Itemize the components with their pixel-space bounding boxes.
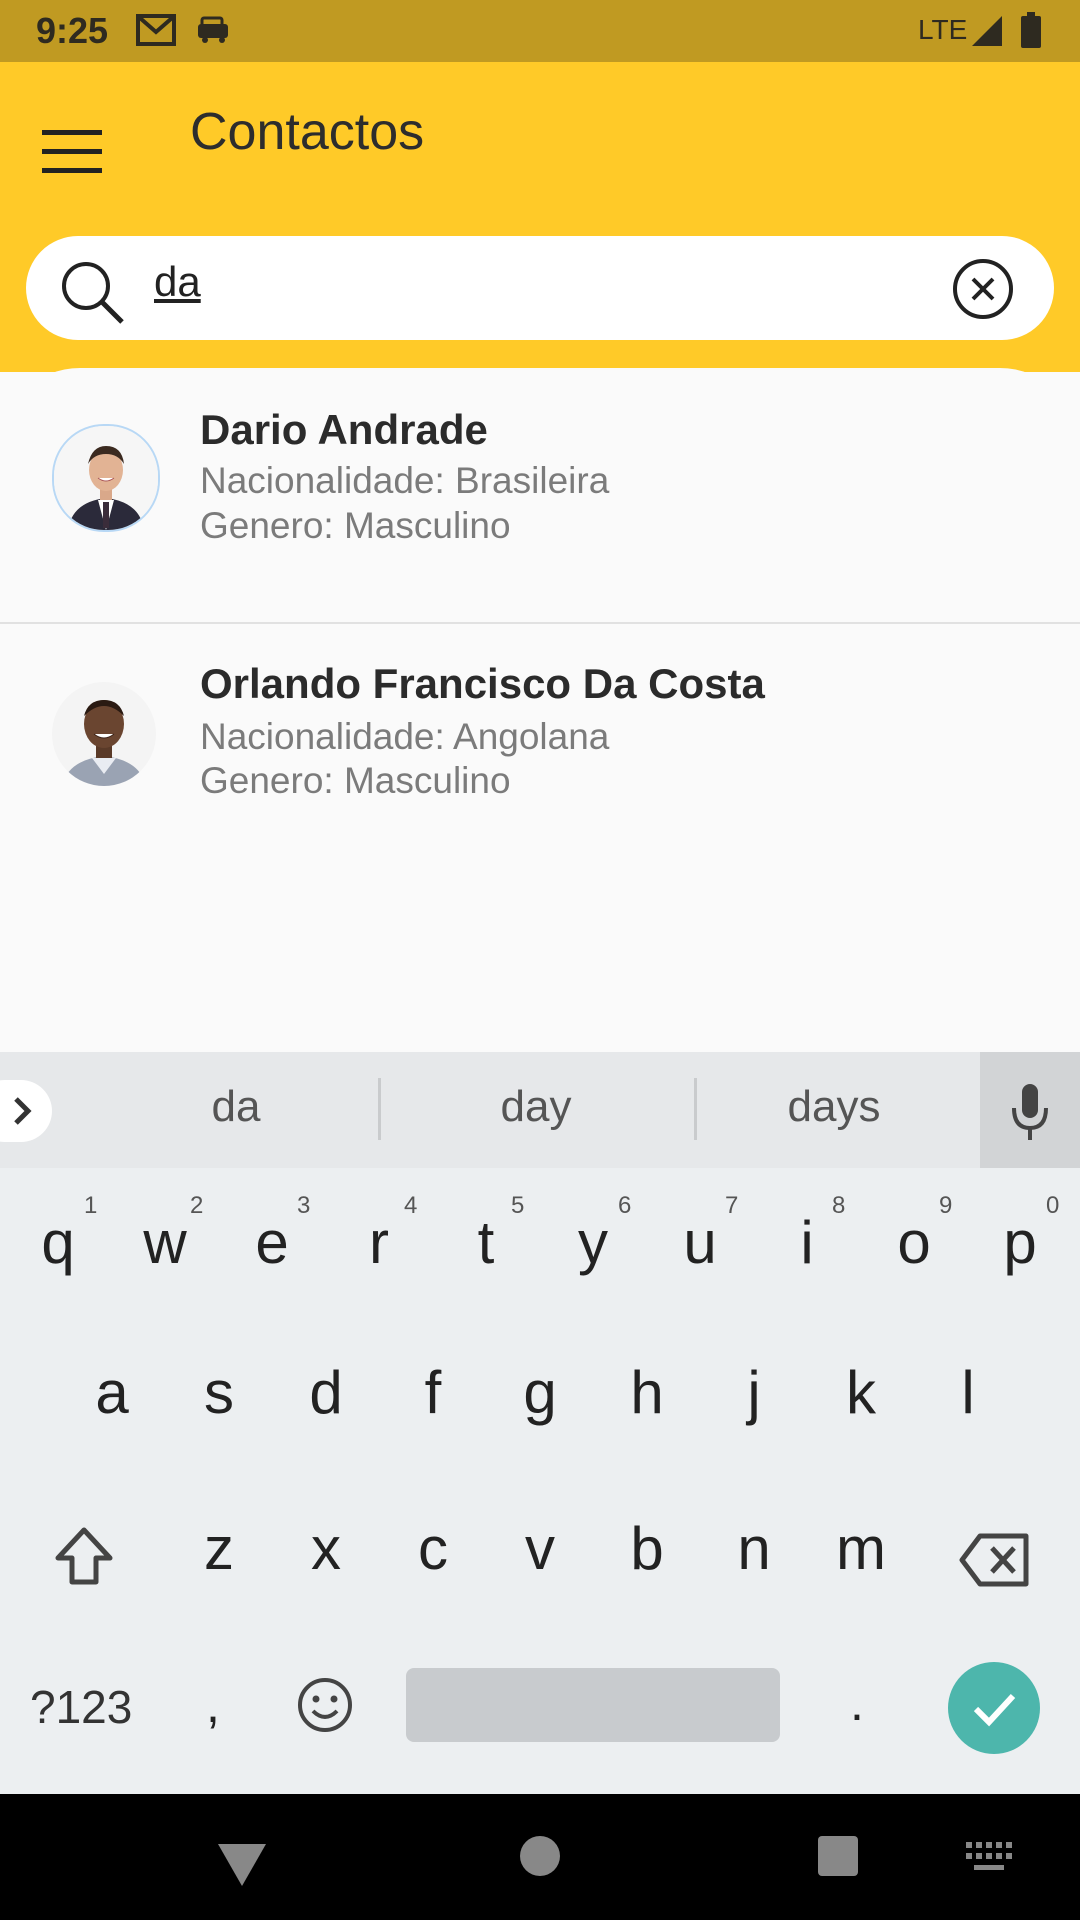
app-bar: Contactos da xyxy=(0,62,1080,372)
symbols-key[interactable]: ?123 xyxy=(30,1680,132,1734)
divider xyxy=(694,1078,697,1140)
key-m[interactable]: m xyxy=(813,1514,909,1583)
key-l[interactable]: l xyxy=(920,1358,1016,1427)
driving-icon xyxy=(196,14,232,51)
gmail-icon xyxy=(136,14,176,51)
clear-search-button[interactable] xyxy=(952,258,1014,320)
suggestion-2[interactable]: day xyxy=(436,1082,636,1132)
contact-row[interactable]: Dario Andrade Nacionalidade: Brasileira … xyxy=(0,368,1080,624)
emoji-icon xyxy=(298,1678,352,1732)
key-hint-8: 8 xyxy=(832,1192,846,1219)
battery-icon xyxy=(1020,12,1042,53)
key-z[interactable]: z xyxy=(171,1514,267,1583)
signal-icon xyxy=(970,14,1004,53)
search-icon xyxy=(58,258,126,331)
close-icon xyxy=(953,259,1013,319)
network-type: LTE xyxy=(918,14,968,45)
backspace-icon xyxy=(959,1533,1029,1587)
divider xyxy=(378,1078,381,1140)
microphone-icon xyxy=(1012,1084,1048,1140)
contact-nationality: Nacionalidade: Angolana xyxy=(200,716,610,757)
key-hint-3: 3 xyxy=(297,1192,311,1219)
key-s[interactable]: s xyxy=(171,1358,267,1427)
key-hint-9: 9 xyxy=(939,1192,953,1219)
navigation-bar xyxy=(0,1794,1080,1920)
page-title: Contactos xyxy=(190,103,425,161)
key-f[interactable]: f xyxy=(385,1358,481,1427)
contact-row[interactable]: Orlando Francisco Da Costa Nacionalidade… xyxy=(0,624,1080,880)
backspace-key[interactable] xyxy=(958,1532,1030,1593)
period-key[interactable]: . xyxy=(850,1674,864,1732)
avatar xyxy=(52,682,156,786)
shift-key[interactable] xyxy=(52,1524,116,1593)
back-triangle-icon xyxy=(218,1844,266,1886)
home-button[interactable] xyxy=(520,1836,560,1876)
key-j[interactable]: j xyxy=(706,1358,802,1427)
avatar xyxy=(52,424,160,532)
comma-key[interactable]: , xyxy=(206,1676,220,1734)
check-icon xyxy=(973,1693,1016,1727)
shift-icon xyxy=(55,1527,113,1585)
back-button[interactable] xyxy=(212,1838,272,1895)
key-hint-0: 0 xyxy=(1046,1192,1060,1219)
key-g[interactable]: g xyxy=(492,1358,588,1427)
key-b[interactable]: b xyxy=(599,1514,695,1583)
suggestion-3[interactable]: days xyxy=(734,1082,934,1132)
contact-gender: Genero: Masculino xyxy=(200,760,511,801)
contact-gender: Genero: Masculino xyxy=(200,505,511,546)
key-h[interactable]: h xyxy=(599,1358,695,1427)
contact-name: Dario Andrade xyxy=(200,406,488,453)
suggestion-strip: da day days xyxy=(0,1052,1080,1168)
contact-list: Dario Andrade Nacionalidade: Brasileira … xyxy=(0,368,1080,1068)
key-hint-7: 7 xyxy=(725,1192,739,1219)
key-hint-6: 6 xyxy=(618,1192,632,1219)
key-x[interactable]: x xyxy=(278,1514,374,1583)
key-hint-2: 2 xyxy=(190,1192,204,1219)
key-hint-1: 1 xyxy=(84,1192,98,1219)
key-hint-4: 4 xyxy=(404,1192,418,1219)
expand-toolbar-button[interactable] xyxy=(0,1080,52,1142)
key-hint-5: 5 xyxy=(511,1192,525,1219)
key-n[interactable]: n xyxy=(706,1514,802,1583)
hamburger-icon xyxy=(42,130,102,173)
key-d[interactable]: d xyxy=(278,1358,374,1427)
key-k[interactable]: k xyxy=(813,1358,909,1427)
menu-button[interactable] xyxy=(38,116,110,188)
chevron-right-icon xyxy=(14,1097,32,1125)
enter-key[interactable] xyxy=(948,1662,1040,1754)
space-key[interactable] xyxy=(406,1668,780,1742)
keyboard: q w e r t y u i o p 1 2 3 4 5 6 7 8 9 0 … xyxy=(0,1168,1080,1794)
emoji-key[interactable] xyxy=(296,1676,354,1739)
key-v[interactable]: v xyxy=(492,1514,588,1583)
status-time: 9:25 xyxy=(36,10,109,51)
recents-button[interactable] xyxy=(818,1836,858,1876)
contact-nationality: Nacionalidade: Brasileira xyxy=(200,460,610,501)
suggestion-1[interactable]: da xyxy=(136,1082,336,1132)
voice-input-button[interactable] xyxy=(980,1052,1080,1168)
keyboard-icon xyxy=(966,1842,1012,1870)
key-c[interactable]: c xyxy=(385,1514,481,1583)
search-bar[interactable]: da xyxy=(26,236,1054,340)
keyboard-switch-button[interactable] xyxy=(966,1842,1012,1877)
search-input[interactable]: da xyxy=(154,258,201,306)
key-a[interactable]: a xyxy=(64,1358,160,1427)
status-bar: 9:25 LTE xyxy=(0,0,1080,62)
contact-name: Orlando Francisco Da Costa xyxy=(200,660,765,707)
